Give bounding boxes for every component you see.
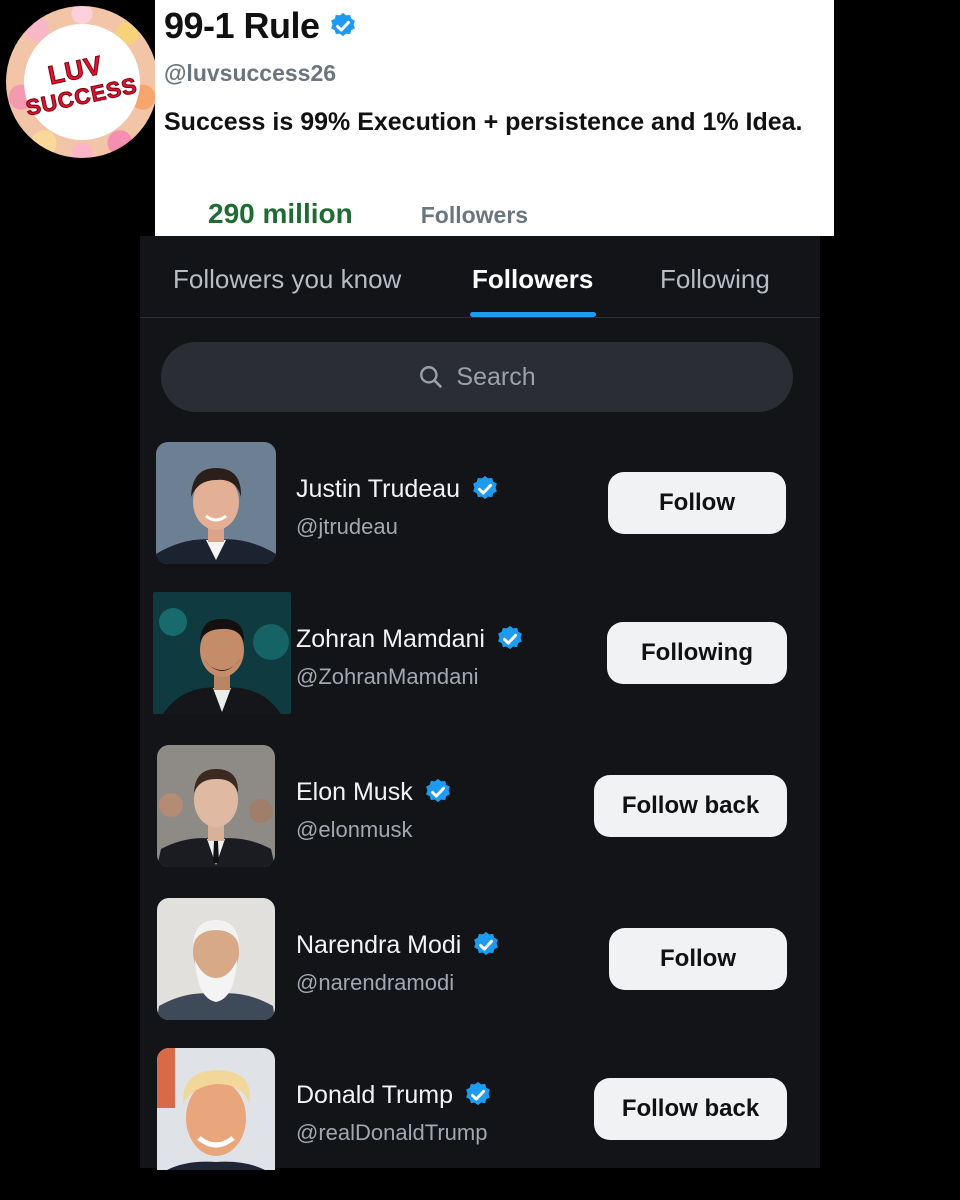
user-name[interactable]: Narendra Modi bbox=[296, 931, 461, 960]
active-tab-indicator bbox=[470, 312, 596, 317]
verified-badge-icon bbox=[330, 12, 355, 37]
verified-badge-icon bbox=[425, 778, 450, 803]
user-name[interactable]: Donald Trump bbox=[296, 1081, 453, 1110]
followers-count: 290 million bbox=[208, 198, 353, 229]
follow-back-button[interactable]: Follow back bbox=[594, 1078, 787, 1140]
verified-badge-icon bbox=[474, 931, 499, 956]
user-row-realdonaldtrump[interactable]: Donald Trump @realDonaldTrump Follow bac… bbox=[140, 1048, 820, 1178]
avatar[interactable] bbox=[157, 1048, 275, 1170]
avatar[interactable] bbox=[156, 442, 276, 564]
user-name-line: Justin Trudeau bbox=[296, 474, 500, 504]
user-handle: @elonmusk bbox=[296, 817, 413, 842]
tab-followers[interactable]: Followers bbox=[472, 264, 593, 295]
user-handle: @ZohranMamdani bbox=[296, 664, 479, 689]
search-icon bbox=[420, 366, 443, 388]
tab-bar: Followers you know Followers Following bbox=[140, 236, 820, 318]
user-handle: @narendramodi bbox=[296, 970, 455, 995]
user-name[interactable]: Justin Trudeau bbox=[296, 475, 460, 504]
user-row-zohranmamdani[interactable]: Zohran Mamdani @ZohranMamdani Following bbox=[140, 592, 820, 722]
profile-bio: Success is 99% Execution + persistence a… bbox=[164, 108, 803, 136]
logo-badge: LUV SUCCESS bbox=[23, 24, 140, 140]
user-handle: @jtrudeau bbox=[296, 514, 398, 539]
user-name-line: Narendra Modi bbox=[296, 930, 501, 960]
profile-card: 99-1 Rule @luvsuccess26 Success is 99% E… bbox=[155, 0, 834, 236]
profile-name: 99-1 Rule bbox=[164, 5, 320, 46]
search-input[interactable]: Search bbox=[161, 342, 793, 412]
user-name-line: Zohran Mamdani bbox=[296, 624, 525, 654]
following-button[interactable]: Following bbox=[607, 622, 787, 684]
follow-button[interactable]: Follow bbox=[609, 928, 787, 990]
user-row-narendramodi[interactable]: Narendra Modi @narendramodi Follow bbox=[140, 898, 820, 1028]
followers-stat[interactable]: 290 million Followers bbox=[208, 198, 528, 230]
follow-button[interactable]: Follow bbox=[608, 472, 786, 534]
verified-badge-icon bbox=[473, 475, 497, 500]
user-row-jtrudeau[interactable]: Justin Trudeau @jtrudeau Follow bbox=[140, 442, 820, 572]
follow-back-button[interactable]: Follow back bbox=[594, 775, 787, 837]
user-name-line: Elon Musk bbox=[296, 777, 453, 807]
user-handle: @realDonaldTrump bbox=[296, 1120, 488, 1145]
verified-badge-icon bbox=[498, 625, 522, 650]
avatar[interactable] bbox=[157, 745, 275, 867]
search-placeholder: Search bbox=[456, 362, 536, 391]
user-name-line: Donald Trump bbox=[296, 1080, 493, 1110]
avatar[interactable] bbox=[157, 898, 275, 1020]
followers-label: Followers bbox=[420, 202, 529, 228]
verified-badge-icon bbox=[466, 1081, 490, 1106]
profile-name-row: 99-1 Rule bbox=[164, 4, 834, 48]
followers-panel: Followers you know Followers Following S… bbox=[140, 236, 820, 1170]
tab-followers-you-know[interactable]: Followers you know bbox=[173, 264, 401, 295]
avatar[interactable] bbox=[153, 592, 291, 714]
user-name[interactable]: Zohran Mamdani bbox=[296, 625, 485, 654]
tab-following[interactable]: Following bbox=[660, 264, 770, 295]
user-row-elonmusk[interactable]: Elon Musk @elonmusk Follow back bbox=[140, 745, 820, 875]
user-name[interactable]: Elon Musk bbox=[296, 778, 413, 807]
brand-logo: LUV SUCCESS bbox=[6, 6, 158, 158]
profile-handle: @luvsuccess26 bbox=[164, 60, 337, 86]
